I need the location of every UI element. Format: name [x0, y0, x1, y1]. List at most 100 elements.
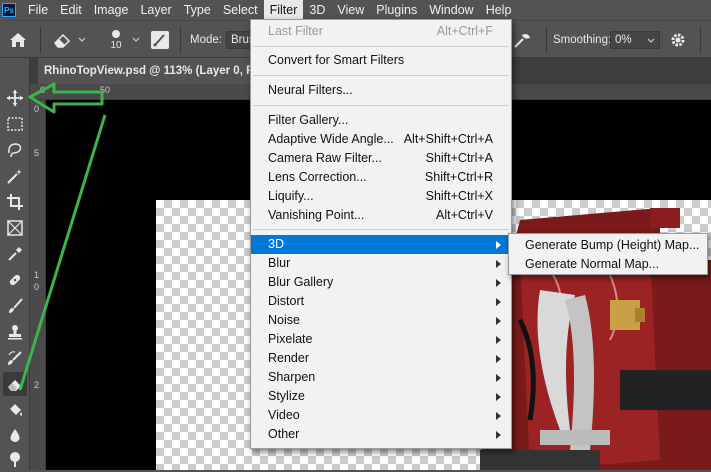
eyedropper-tool-icon[interactable]	[3, 242, 27, 266]
tools-panel	[0, 58, 30, 470]
menu-bar: Ps File Edit Image Layer Type Select Fil…	[0, 0, 711, 20]
menu-item-label: Video	[268, 408, 300, 422]
submenu-3d: Generate Bump (Height) Map... Generate N…	[508, 233, 708, 275]
menu-item-label: Sharpen	[268, 370, 316, 384]
menu-item-other[interactable]: Other	[251, 425, 511, 444]
menu-file[interactable]: File	[22, 0, 54, 20]
menu-view[interactable]: View	[331, 0, 370, 20]
menu-item-blur[interactable]: Blur	[251, 254, 511, 273]
menu-item-lens-correction[interactable]: Lens Correction... Shift+Ctrl+R	[251, 168, 511, 187]
brush-tool-icon[interactable]	[3, 294, 27, 318]
ruler-label: 0	[40, 85, 46, 95]
menu-edit[interactable]: Edit	[54, 0, 88, 20]
smoothing-value: 0%	[615, 34, 632, 46]
menu-item-blur-gallery[interactable]: Blur Gallery	[251, 273, 511, 292]
menu-item-label: Render	[268, 351, 309, 365]
menu-item-adaptive-wide-angle[interactable]: Adaptive Wide Angle... Alt+Shift+Ctrl+A	[251, 130, 511, 149]
options-divider	[40, 27, 41, 53]
menu-item-label: Pixelate	[268, 332, 313, 346]
menu-item-label: Camera Raw Filter...	[268, 151, 382, 165]
menu-item-vanishing-point[interactable]: Vanishing Point... Alt+Ctrl+V	[251, 206, 511, 225]
lasso-tool-icon[interactable]	[3, 138, 27, 162]
ruler-label: 5	[34, 148, 40, 158]
menu-item-shortcut: Shift+Ctrl+A	[425, 151, 493, 165]
menu-item-distort[interactable]: Distort	[251, 292, 511, 311]
menu-item-label: Neural Filters...	[268, 83, 353, 97]
menu-3d[interactable]: 3D	[303, 0, 331, 20]
menu-select[interactable]: Select	[217, 0, 264, 20]
move-tool-icon[interactable]	[3, 86, 27, 110]
marquee-tool-icon[interactable]	[3, 112, 27, 136]
menu-item-shortcut: Shift+Ctrl+X	[425, 189, 493, 203]
menu-item-convert-smart-filters[interactable]: Convert for Smart Filters	[251, 51, 511, 70]
menu-filter[interactable]: Filter	[263, 0, 304, 20]
options-divider	[700, 27, 701, 53]
eraser-tool-preset-icon[interactable]	[52, 21, 74, 59]
smoothing-input[interactable]: 0%	[610, 31, 660, 49]
chevron-down-icon[interactable]	[78, 21, 86, 59]
menu-item-camera-raw-filter[interactable]: Camera Raw Filter... Shift+Ctrl+A	[251, 149, 511, 168]
menu-layer[interactable]: Layer	[134, 0, 177, 20]
ruler-label: 50	[100, 85, 111, 95]
brush-size-picker[interactable]: 10	[104, 21, 128, 59]
menu-item-label: Stylize	[268, 389, 305, 403]
chevron-down-icon[interactable]	[132, 21, 140, 59]
menu-window[interactable]: Window	[423, 0, 479, 20]
submenu-arrow-icon	[496, 241, 501, 249]
paint-bucket-tool-icon[interactable]	[3, 398, 27, 422]
menu-item-neural-filters[interactable]: Neural Filters...	[251, 81, 511, 100]
submenu-arrow-icon	[496, 317, 501, 325]
airbrush-icon[interactable]	[512, 21, 534, 59]
submenu-arrow-icon	[496, 431, 501, 439]
history-brush-tool-icon[interactable]	[3, 346, 27, 370]
document-tab[interactable]: RhinoTopView.psd @ 113% (Layer 0, RG	[38, 58, 270, 84]
menu-item-shortcut: Alt+Ctrl+V	[436, 208, 493, 222]
menu-item-render[interactable]: Render	[251, 349, 511, 368]
menu-item-label: Liquify...	[268, 189, 314, 203]
menu-separator	[253, 75, 509, 76]
mode-label: Mode:	[190, 34, 222, 46]
menu-item-3d[interactable]: 3D	[251, 235, 511, 254]
menu-plugins[interactable]: Plugins	[370, 0, 423, 20]
ruler-label: 1	[34, 270, 40, 280]
menu-item-label: 3D	[268, 237, 284, 251]
menu-item-label: Noise	[268, 313, 300, 327]
brush-size-value: 10	[110, 39, 122, 51]
menu-help[interactable]: Help	[480, 0, 518, 20]
menu-separator	[253, 46, 509, 47]
frame-tool-icon[interactable]	[3, 216, 27, 240]
menu-separator	[253, 105, 509, 106]
eraser-tool-icon[interactable]	[3, 372, 27, 396]
submenu-arrow-icon	[496, 336, 501, 344]
menu-item-generate-bump-map[interactable]: Generate Bump (Height) Map...	[509, 236, 707, 255]
menu-item-shortcut: Shift+Ctrl+R	[424, 170, 493, 184]
brush-settings-icon[interactable]	[150, 21, 170, 59]
filter-menu: Last Filter Alt+Ctrl+F Convert for Smart…	[250, 19, 512, 449]
menu-item-last-filter[interactable]: Last Filter Alt+Ctrl+F	[251, 22, 511, 41]
submenu-arrow-icon	[496, 374, 501, 382]
ruler-label: 2	[34, 380, 40, 390]
clone-stamp-tool-icon[interactable]	[3, 320, 27, 344]
blur-tool-icon[interactable]	[3, 424, 27, 448]
menu-item-generate-normal-map[interactable]: Generate Normal Map...	[509, 255, 707, 274]
photoshop-logo-icon[interactable]: Ps	[2, 3, 16, 17]
crop-tool-icon[interactable]	[3, 190, 27, 214]
menu-item-label: Other	[268, 427, 300, 441]
menu-item-pixelate[interactable]: Pixelate	[251, 330, 511, 349]
menu-item-sharpen[interactable]: Sharpen	[251, 368, 511, 387]
menu-item-filter-gallery[interactable]: Filter Gallery...	[251, 111, 511, 130]
menu-item-stylize[interactable]: Stylize	[251, 387, 511, 406]
menu-item-video[interactable]: Video	[251, 406, 511, 425]
menu-item-label: Filter Gallery...	[268, 113, 349, 127]
menu-item-label: Convert for Smart Filters	[268, 53, 405, 67]
healing-brush-tool-icon[interactable]	[3, 268, 27, 292]
gear-icon[interactable]	[670, 21, 686, 59]
menu-type[interactable]: Type	[178, 0, 217, 20]
magic-wand-tool-icon[interactable]	[3, 164, 27, 188]
menu-image[interactable]: Image	[88, 0, 135, 20]
menu-item-liquify[interactable]: Liquify... Shift+Ctrl+X	[251, 187, 511, 206]
dodge-tool-icon[interactable]	[3, 448, 27, 472]
menu-item-label: Blur	[268, 256, 291, 270]
menu-item-noise[interactable]: Noise	[251, 311, 511, 330]
home-icon[interactable]	[8, 21, 28, 59]
